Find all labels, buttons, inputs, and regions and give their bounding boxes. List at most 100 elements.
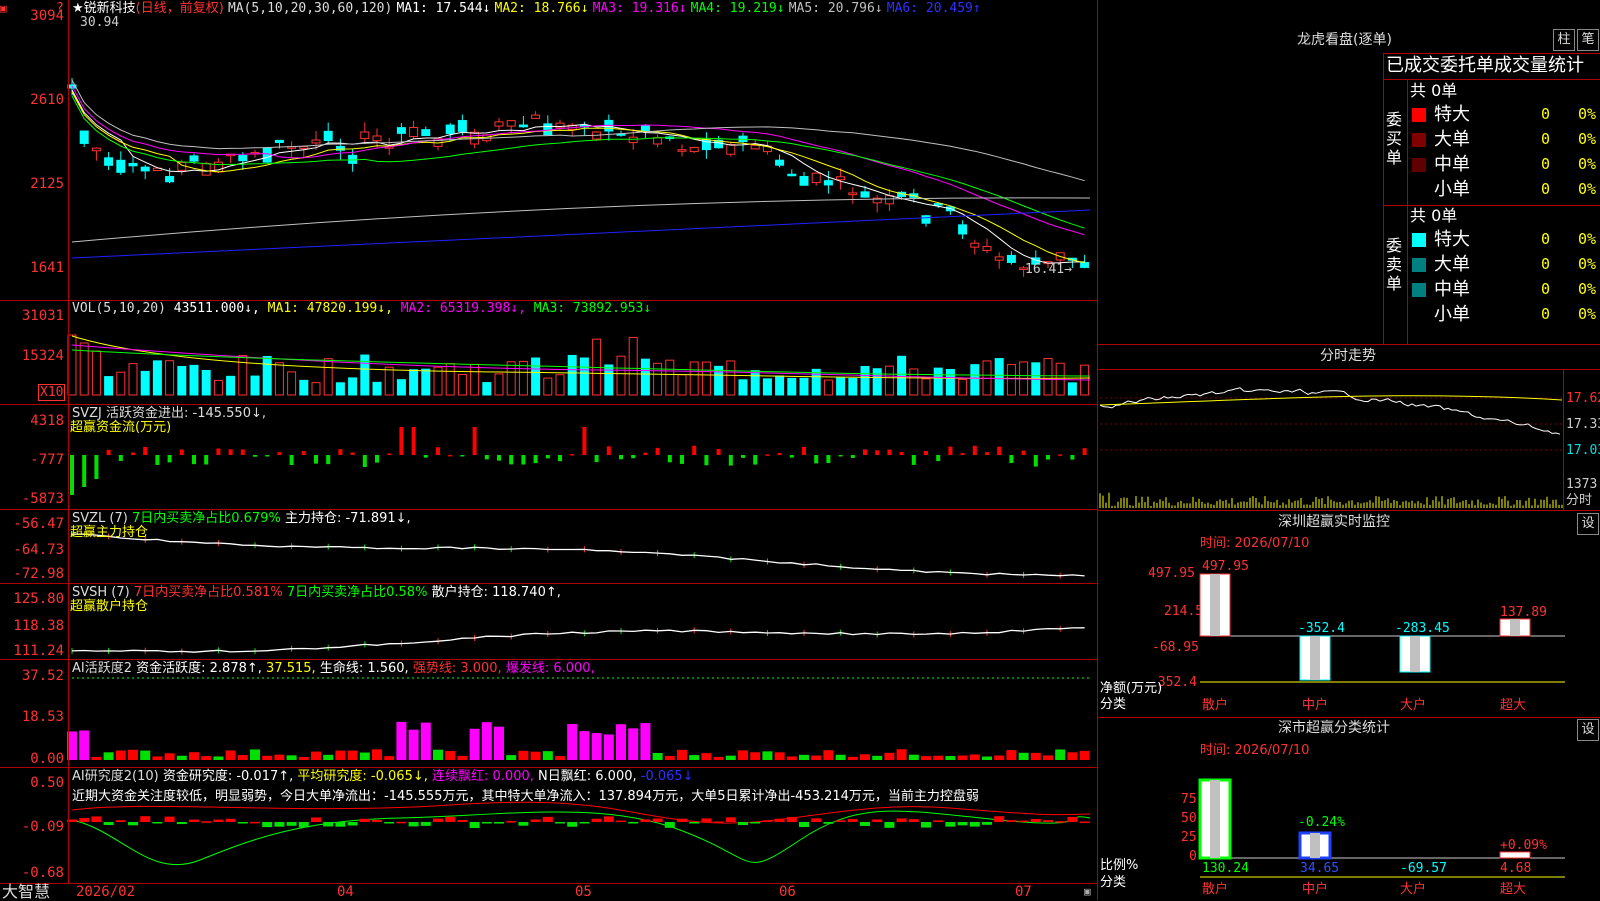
money-flow-bar — [1070, 455, 1075, 460]
candle-body — [531, 114, 541, 119]
money-flow-bar — [728, 455, 733, 466]
divider — [1383, 53, 1384, 345]
research-bar — [335, 822, 346, 827]
candle-body — [116, 159, 126, 173]
volume-bar — [531, 357, 541, 396]
research-bar — [408, 822, 419, 827]
vol-title: VOL(5,10,20) — [72, 301, 166, 316]
order-swatch — [1412, 233, 1426, 247]
money-flow-bar — [82, 455, 87, 487]
activity-bar — [152, 756, 163, 760]
svzl-hold: 主力持仓: -71.891↓, — [284, 511, 411, 526]
chart-area[interactable] — [0, 0, 1098, 900]
research-bar — [445, 816, 456, 822]
monitor-bar-stripe — [1310, 636, 1320, 680]
activity-bar — [1055, 749, 1066, 760]
money-flow-bar — [94, 455, 99, 479]
candle-body — [689, 147, 699, 153]
period-mode[interactable]: (日线，前复权) — [136, 1, 224, 16]
candle-body — [860, 191, 870, 198]
svsh-header: SVSH (7) 7日内买卖净占比0.581% 7日内买卖净占比0.58% 散户… — [72, 585, 561, 600]
activity-bar — [1079, 750, 1090, 760]
candle-body — [262, 147, 272, 163]
research-bar — [189, 819, 199, 822]
research-bar — [994, 816, 1005, 822]
activity-bar — [79, 730, 90, 760]
volume-bar — [543, 377, 553, 396]
svzj-axis-label: -5873 — [21, 491, 64, 507]
ma1-label: MA1: 17.544↓ — [396, 1, 491, 16]
monitor-axis-label: 214.5 — [1164, 604, 1204, 619]
money-flow-bar — [179, 449, 184, 455]
activity-bar — [323, 754, 334, 760]
volume-bar — [506, 361, 516, 396]
volume-bar — [738, 379, 748, 396]
tick-view-button[interactable]: 笔 — [1577, 29, 1599, 51]
column-view-button[interactable]: 柱 — [1553, 29, 1575, 51]
volume-bar — [701, 361, 711, 396]
research-bar — [1079, 821, 1090, 823]
svzj-sub: 超赢资金流(万元) — [70, 420, 172, 435]
ma-header: MA(5,10,20,30,60,120) — [227, 1, 393, 16]
activity-bar — [713, 756, 724, 760]
candle-body — [396, 127, 406, 134]
candle-body — [323, 130, 333, 142]
activity-bar — [408, 729, 419, 760]
classify-bar-stripe — [1210, 780, 1220, 858]
money-flow-bar — [70, 455, 74, 495]
activity-bar — [1030, 752, 1041, 760]
candle-body — [823, 180, 833, 186]
divider — [1098, 369, 1600, 370]
classify-settings-button[interactable]: 设 — [1577, 719, 1599, 741]
candle-body — [653, 137, 663, 145]
activity-bar — [189, 752, 199, 760]
svzl-axis-label: -56.47 — [13, 516, 64, 532]
research-bar — [677, 818, 687, 822]
volume-bar — [274, 362, 284, 396]
money-flow-bar — [838, 455, 843, 457]
money-flow-bar — [118, 455, 123, 461]
vol-unit-badge[interactable]: X10 — [38, 384, 66, 401]
activity-bar — [494, 726, 504, 760]
money-flow-bar — [362, 455, 367, 468]
candle-body — [457, 120, 467, 132]
money-flow-bar — [692, 445, 697, 455]
x-axis-label: 06 — [779, 884, 796, 900]
classify-pct: +0.09% — [1500, 838, 1547, 853]
volume-bar — [848, 377, 858, 396]
research-bar — [689, 822, 700, 824]
volume-bar — [616, 355, 626, 396]
activity-bar — [128, 749, 138, 760]
activity-bar — [481, 722, 492, 760]
classify-cat: 散户 — [1202, 882, 1229, 897]
monitor-settings-button[interactable]: 设 — [1577, 513, 1599, 535]
money-flow-bar — [1033, 455, 1038, 467]
order-count: 0 — [1541, 280, 1551, 298]
volume-bar — [762, 378, 772, 396]
classify-value: -69.57 — [1400, 861, 1447, 876]
order-count: 0 — [1541, 255, 1551, 273]
classify-axis-label: 75 — [1181, 792, 1197, 807]
volume-bar — [628, 336, 638, 396]
vol-value: 43511.000↓, — [173, 301, 260, 316]
intraday-unit[interactable]: 分时 — [1566, 493, 1592, 508]
ma6-label: MA6: 20.459↑ — [886, 1, 981, 16]
stock-title[interactable]: ★锐新科技(日线，前复权) MA(5,10,20,30,60,120) MA1:… — [72, 1, 981, 16]
candle-body — [311, 139, 321, 144]
lhb-tabs[interactable]: 已成交委托单成交量统计 — [1386, 56, 1584, 76]
research-bar — [969, 822, 980, 827]
low-mark: 16.41→ — [1025, 262, 1072, 277]
candle-body — [836, 176, 846, 181]
candle-body — [238, 155, 248, 162]
money-flow-bar — [1009, 455, 1014, 464]
divider — [1383, 79, 1600, 80]
order-count: 0 — [1541, 305, 1551, 323]
lock-icon[interactable]: ▣ — [1084, 884, 1091, 899]
svsh-axis-label: 118.38 — [13, 618, 64, 634]
activity-bar — [677, 749, 687, 760]
money-flow-bar — [911, 455, 916, 465]
research-bar — [384, 822, 395, 824]
volume-bar — [226, 375, 236, 396]
research-bar — [286, 822, 297, 826]
money-flow-bar — [423, 455, 428, 458]
